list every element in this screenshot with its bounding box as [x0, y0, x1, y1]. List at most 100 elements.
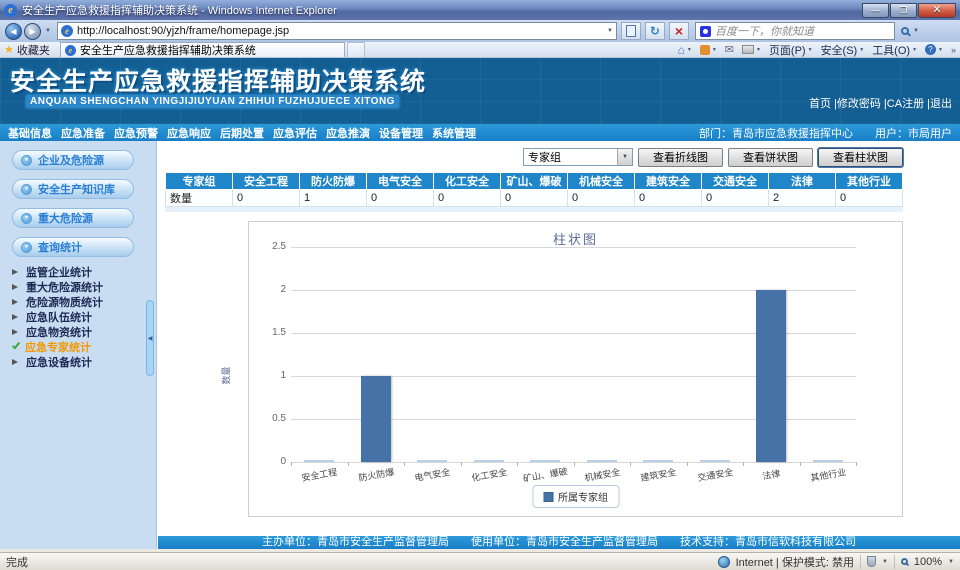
chevron-down-icon: ▼ [808, 47, 813, 53]
x-axis-tick [743, 462, 744, 466]
app-header: 安全生产应急救援指挥辅助决策系统 ANQUAN SHENGCHAN YINGJI… [0, 58, 960, 124]
chart-bar[interactable] [304, 460, 334, 462]
header-link[interactable]: 首页 [809, 98, 831, 110]
chart-bar[interactable] [756, 290, 786, 462]
stop-button[interactable]: × [669, 22, 689, 40]
table-header-cell: 化工安全 [434, 173, 501, 190]
menu-item[interactable]: 应急评估 [273, 125, 317, 141]
back-button[interactable]: ◀ [5, 23, 22, 40]
sidebar-section[interactable]: ▼安全生产知识库 [12, 179, 134, 199]
view-bar-chart-button[interactable]: 查看柱状图 [818, 148, 903, 167]
refresh-button[interactable]: ↻ [645, 22, 665, 40]
address-input[interactable]: e http://localhost:90/yjzh/frame/homepag… [57, 22, 617, 40]
chart-bar[interactable] [361, 376, 391, 462]
chart-bar[interactable] [700, 460, 730, 462]
protected-mode-icon[interactable] [867, 556, 876, 567]
search-options-dropdown[interactable]: ▼ [913, 28, 919, 34]
sidebar-link[interactable]: 应急物资统计 [0, 324, 156, 339]
overflow-chevron[interactable]: » [951, 45, 956, 55]
sidebar-link[interactable]: 重大危险源统计 [0, 279, 156, 294]
page-body: ▼企业及危险源 ▼安全生产知识库 ▼重大危险源 ▼查询统计 监管企业统计重大危险源统计… [0, 141, 960, 549]
menu-item[interactable]: 应急响应 [167, 125, 211, 141]
zoom-dropdown[interactable]: ▼ [948, 559, 954, 565]
view-line-chart-button[interactable]: 查看折线图 [638, 148, 723, 167]
chart-title: 柱状图 [249, 229, 902, 248]
expert-group-select[interactable]: 专家组 ▼ [523, 148, 633, 166]
forward-button[interactable]: ▶ [24, 23, 41, 40]
feeds-button[interactable]: ▼ [700, 45, 717, 55]
chart-bar[interactable] [474, 460, 504, 462]
table-cell: 0 [367, 190, 434, 207]
sidebar-collapse-handle[interactable]: ◀ [146, 300, 154, 376]
sidebar-link[interactable]: 危险源物质统计 [0, 294, 156, 309]
chart-y-axis-label: 数量 [220, 366, 233, 384]
sidebar-link[interactable]: 应急专家统计 [0, 339, 156, 354]
x-axis-tick [856, 462, 857, 466]
minimize-button[interactable]: — [862, 3, 889, 18]
favorites-bar: ★ 收藏夹 e 安全生产应急救援指挥辅助决策系统 ⌂▼ ▼ ✉ ▼ 页面(P)▼… [0, 42, 960, 58]
baidu-icon [700, 26, 711, 37]
y-axis-tick-label: 2.5 [256, 241, 286, 252]
arrow-right-icon [12, 359, 21, 365]
command-bar: ⌂▼ ▼ ✉ ▼ 页面(P)▼安全(S)▼工具(O)▼ ?▼ » [678, 42, 956, 58]
table-header-cell: 建筑安全 [635, 173, 702, 190]
x-axis-tick [687, 462, 688, 466]
x-axis-tick [291, 462, 292, 466]
menu-item[interactable]: 系统管理 [432, 125, 476, 141]
menu-item[interactable]: 应急预警 [114, 125, 158, 141]
menu-item[interactable]: 后期处置 [220, 125, 264, 141]
home-button[interactable]: ⌂▼ [678, 45, 692, 55]
favorites-button[interactable]: 收藏夹 [17, 42, 50, 58]
chart-bar[interactable] [530, 460, 560, 462]
sidebar-link[interactable]: 应急设备统计 [0, 354, 156, 369]
new-tab-button[interactable] [347, 42, 365, 57]
mail-button[interactable]: ✉ [725, 45, 734, 55]
chart-controls: 专家组 ▼ 查看折线图查看饼状图查看柱状图 [165, 147, 903, 167]
table-cell: 0 [434, 190, 501, 207]
chart-bar[interactable] [643, 460, 673, 462]
chart-bar[interactable] [417, 460, 447, 462]
header-link[interactable]: CA注册 [887, 98, 924, 110]
sidebar-link[interactable]: 应急队伍统计 [0, 309, 156, 324]
x-axis-tick [574, 462, 575, 466]
print-button[interactable]: ▼ [742, 45, 761, 54]
sidebar-section[interactable]: ▼重大危险源 [12, 208, 134, 228]
arrow-right-icon [12, 299, 21, 305]
mail-icon: ✉ [725, 45, 734, 55]
compatibility-view-button[interactable] [621, 22, 641, 40]
search-input[interactable]: 百度一下，你就知道 [695, 22, 895, 40]
chart-bar[interactable] [587, 460, 617, 462]
sidebar-section[interactable]: ▼企业及危险源 [12, 150, 134, 170]
address-dropdown[interactable]: ▼ [607, 28, 613, 34]
tab[interactable]: e 安全生产应急救援指挥辅助决策系统 [60, 42, 345, 57]
command-menu[interactable]: 安全(S)▼ [821, 42, 865, 58]
search-button[interactable] [901, 27, 909, 35]
menu-item[interactable]: 基础信息 [8, 125, 52, 141]
menu-item[interactable]: 设备管理 [379, 125, 423, 141]
sidebar-link[interactable]: 监管企业统计 [0, 264, 156, 279]
menu-item[interactable]: 应急准备 [61, 125, 105, 141]
table-header-cell: 其他行业 [836, 173, 903, 190]
recent-pages-dropdown[interactable]: ▼ [45, 28, 51, 34]
zone-label: Internet | 保护模式: 禁用 [736, 554, 854, 570]
header-link[interactable]: 退出 [930, 98, 952, 110]
command-menu[interactable]: 工具(O)▼ [872, 42, 917, 58]
arrow-right-icon [12, 314, 21, 320]
x-axis-tick [348, 462, 349, 466]
help-button[interactable]: ?▼ [925, 44, 943, 55]
header-link[interactable]: 修改密码 [837, 98, 881, 110]
menu-item[interactable]: 应急推演 [326, 125, 370, 141]
command-menu[interactable]: 页面(P)▼ [769, 42, 813, 58]
chart-bar[interactable] [813, 460, 843, 462]
title-bar: e 安全生产应急救援指挥辅助决策系统 - Windows Internet Ex… [0, 0, 960, 20]
view-pie-chart-button[interactable]: 查看饼状图 [728, 148, 813, 167]
zoom-icon[interactable] [901, 558, 908, 565]
close-button[interactable]: ✕ [918, 3, 956, 18]
sidebar-section-label: 安全生产知识库 [38, 181, 115, 197]
sidebar-section[interactable]: ▼查询统计 [12, 237, 134, 257]
table-cell: 0 [233, 190, 300, 207]
page-favicon: e [61, 25, 73, 37]
command-menu-label: 安全(S) [821, 42, 858, 58]
maximize-button[interactable]: ❐ [890, 3, 917, 18]
chart-legend[interactable]: 所属专家组 [532, 485, 619, 508]
